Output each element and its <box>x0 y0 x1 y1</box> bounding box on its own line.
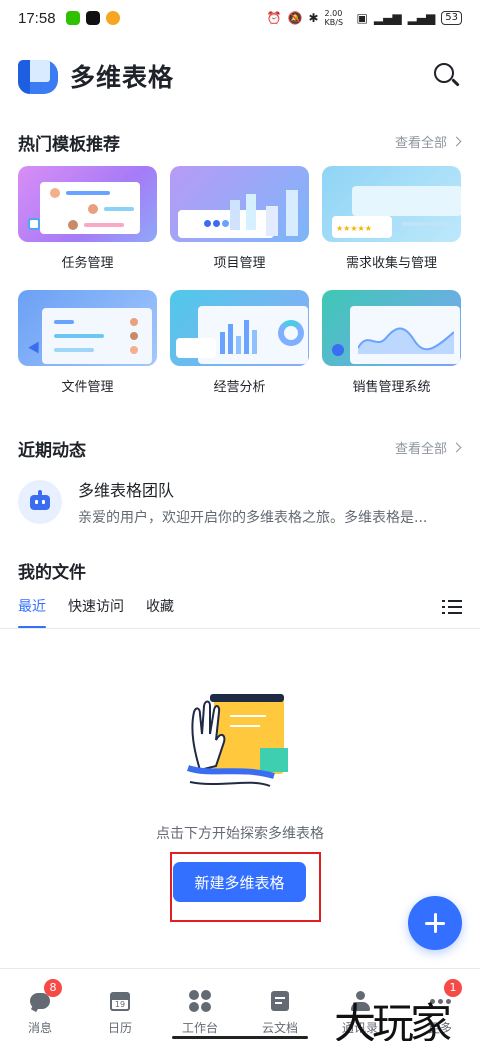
search-icon[interactable] <box>432 61 462 91</box>
create-bitable-button[interactable]: 新建多维表格 <box>173 862 306 902</box>
mute-icon: 🔕 <box>287 11 303 25</box>
recent-activity-item[interactable]: 多维表格团队 亲爱的用户，欢迎开启你的多维表格之旅。多维表格是... <box>18 474 462 530</box>
nav-item-calendar[interactable]: 19 日历 <box>80 969 160 1041</box>
nav-label: 工作台 <box>181 1021 218 1035</box>
document-icon <box>268 989 292 1013</box>
add-icon[interactable] <box>408 896 462 950</box>
template-label: 任务管理 <box>61 256 114 271</box>
robot-avatar-icon <box>18 480 62 524</box>
template-card-business[interactable]: 经营分析 <box>170 290 309 414</box>
recent-section-title: 近期动态 <box>18 441 86 461</box>
status-indicators: ⏰ 🔕 ✱ 2.00 KB/S ▣ ▂▄▆ ▂▄▆ 53 <box>267 9 462 27</box>
signal-icon: ▂▄▆ <box>373 11 402 25</box>
template-card-project[interactable]: 项目管理 <box>170 166 309 290</box>
battery-icon: 53 <box>441 11 462 25</box>
messages-badge: 8 <box>44 979 62 997</box>
template-card-task[interactable]: 任务管理 <box>18 166 157 290</box>
nav-label: 日历 <box>107 1021 132 1035</box>
template-label: 经营分析 <box>213 380 266 395</box>
template-thumbnail <box>170 290 309 366</box>
templates-view-all-link[interactable]: 查看全部 <box>394 132 462 151</box>
nav-item-messages[interactable]: 8 消息 <box>0 969 80 1041</box>
template-label: 需求收集与管理 <box>345 256 437 271</box>
nav-item-workplace[interactable]: 工作台 <box>160 969 240 1041</box>
status-time: 17:58 <box>18 9 56 27</box>
status-app-icons <box>65 11 120 25</box>
bitable-logo-icon <box>18 56 58 96</box>
template-thumbnail: ★★★★★ <box>322 166 461 242</box>
template-thumbnail <box>18 166 157 242</box>
template-grid: 任务管理 项目管理 ★★★★★ 需求收集与管理 文件管理 经营分析 销售管理系统 <box>18 166 462 414</box>
recent-view-all-link[interactable]: 查看全部 <box>394 438 462 457</box>
template-label: 项目管理 <box>213 256 266 271</box>
tab-quick-access[interactable]: 快速访问 <box>68 596 124 628</box>
signal-2-icon: ▂▄▆ <box>407 11 436 25</box>
template-card-requirements[interactable]: ★★★★★ 需求收集与管理 <box>322 166 461 290</box>
template-card-files[interactable]: 文件管理 <box>18 290 157 414</box>
template-thumbnail <box>322 290 461 366</box>
recent-item-description: 亲爱的用户，欢迎开启你的多维表格之旅。多维表格是... <box>78 510 428 526</box>
template-thumbnail <box>170 166 309 242</box>
tabs-divider <box>0 628 480 629</box>
recent-view-all-label: 查看全部 <box>394 442 447 457</box>
files-section-title: 我的文件 <box>18 563 86 583</box>
calendar-icon: 19 <box>108 989 132 1013</box>
grid-icon <box>188 989 212 1013</box>
network-speed: 2.00 KB/S <box>324 9 344 27</box>
templates-section-title: 热门模板推荐 <box>18 135 120 155</box>
weibo-app-icon <box>105 11 120 25</box>
templates-view-all-label: 查看全部 <box>394 136 447 151</box>
template-card-sales[interactable]: 销售管理系统 <box>322 290 461 414</box>
home-indicator <box>172 1036 308 1039</box>
list-view-icon[interactable] <box>442 598 462 616</box>
wechat-app-icon <box>65 11 80 25</box>
empty-state-illustration <box>186 694 288 787</box>
empty-state-text: 点击下方开始探索多维表格 <box>156 826 324 842</box>
nav-item-docs[interactable]: 云文档 <box>240 969 320 1041</box>
files-tabs: 最近 快速访问 收藏 <box>18 596 462 628</box>
tiktok-app-icon <box>85 11 100 25</box>
chevron-right-icon <box>451 136 462 147</box>
page-title: 多维表格 <box>70 63 175 92</box>
template-thumbnail <box>18 290 157 366</box>
hd-icon: ▣ <box>356 11 368 25</box>
watermark-text: 大玩家 <box>334 999 452 1041</box>
template-label: 文件管理 <box>61 380 114 395</box>
status-bar: 17:58 ⏰ 🔕 ✱ 2.00 KB/S ▣ ▂▄▆ ▂▄▆ 53 <box>0 0 480 36</box>
tab-favorites[interactable]: 收藏 <box>146 596 174 628</box>
recent-item-name: 多维表格团队 <box>78 481 175 500</box>
calendar-day: 19 <box>110 998 130 1011</box>
alarm-icon: ⏰ <box>266 11 282 25</box>
tab-recent[interactable]: 最近 <box>18 596 46 628</box>
app-header: 多维表格 <box>0 48 480 104</box>
template-label: 销售管理系统 <box>352 380 431 395</box>
chevron-right-icon <box>451 442 462 453</box>
nav-label: 消息 <box>27 1021 52 1035</box>
nav-label: 云文档 <box>261 1021 298 1035</box>
bluetooth-icon: ✱ <box>308 11 319 25</box>
